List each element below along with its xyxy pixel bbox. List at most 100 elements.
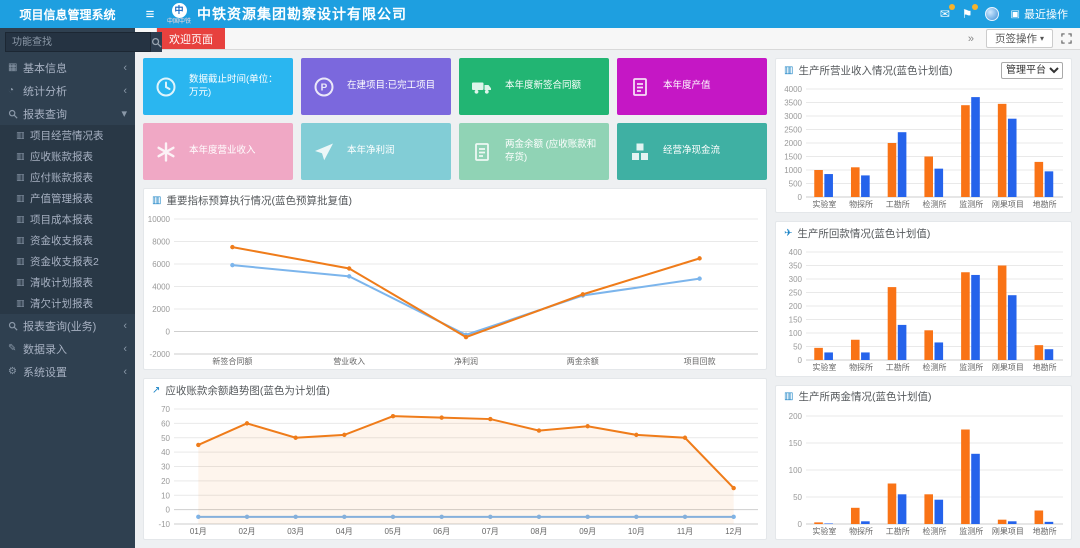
fullscreen-icon[interactable] — [1061, 33, 1072, 44]
kpi-tile[interactable]: 本年度营业收入 — [143, 123, 293, 180]
svg-text:30: 30 — [161, 463, 170, 472]
svg-text:100: 100 — [789, 466, 803, 475]
svg-text:4000: 4000 — [784, 85, 802, 94]
bar-chart-icon: ▥ — [16, 256, 30, 267]
svg-text:3500: 3500 — [784, 99, 802, 108]
flag-badge — [972, 4, 978, 10]
chevron-left-icon: ‹ — [123, 320, 127, 332]
recent-operations-button[interactable]: ▣ 最近操作 — [1011, 6, 1068, 22]
topbar-actions: ✉ ⚑ ▣ 最近操作 — [940, 6, 1080, 22]
sidebar-subitem[interactable]: ▥应收账款报表 — [0, 146, 135, 167]
platform-select[interactable]: 管理平台 — [1001, 62, 1063, 79]
topbar: ≡ 中 中国中铁 中铁资源集团勘察设计有限公司 ✉ ⚑ ▣ 最近操作 — [135, 0, 1080, 28]
sidebar-item[interactable]: ✎数据录入‹ — [0, 337, 135, 360]
sidebar-item[interactable]: 报表查询▾ — [0, 102, 135, 125]
svg-text:P: P — [321, 82, 328, 93]
tabs-scroll-right-icon[interactable]: » — [964, 33, 978, 45]
svg-text:3000: 3000 — [784, 112, 802, 121]
tabbar-right: » 页签操作 ▾ — [964, 29, 1080, 48]
payment-panel-title: 生产所回款情况(蓝色计划值) — [797, 226, 930, 241]
kpi-tile[interactable]: P在建项目:已完工项目 — [301, 58, 451, 115]
bar-chart-icon: ▥ — [16, 214, 30, 225]
kpi-tile-label: 本年度营业收入 — [189, 145, 256, 157]
svg-text:检测所: 检测所 — [923, 526, 947, 536]
svg-text:地勘所: 地勘所 — [1033, 362, 1057, 372]
kpi-tile[interactable]: 数据截止时间(单位：万元) — [143, 58, 293, 115]
sidebar-subitem[interactable]: ▥资金收支报表2 — [0, 251, 135, 272]
sidebar-subitem[interactable]: ▥资金收支报表 — [0, 230, 135, 251]
kpi-tiles: 数据截止时间(单位：万元) P在建项目:已完工项目本年度新签合同额本年度产值本年度… — [143, 58, 767, 180]
sidebar-subitem[interactable]: ▥产值管理报表 — [0, 188, 135, 209]
sidebar-subitem[interactable]: ▥项目经营情况表 — [0, 125, 135, 146]
svg-text:0: 0 — [166, 328, 171, 337]
budget-chart-panel: ▥ 重要指标预算执行情况(蓝色预算批复值) -20000200040006000… — [143, 188, 767, 370]
svg-text:40: 40 — [161, 448, 170, 457]
svg-text:150: 150 — [789, 439, 803, 448]
crec-emblem-icon: 中 — [172, 3, 187, 18]
sidebar-item[interactable]: ◔统计分析‹ — [0, 79, 135, 102]
kpi-tile[interactable]: 本年净利润 — [301, 123, 451, 180]
sidebar-subitem-label: 资金收支报表2 — [30, 254, 99, 269]
sidebar-item[interactable]: ▦基本信息‹ — [0, 56, 135, 79]
sidebar-subitem[interactable]: ▥清收计划报表 — [0, 272, 135, 293]
svg-text:物探所: 物探所 — [849, 526, 873, 536]
svg-text:10: 10 — [161, 491, 170, 500]
svg-text:09月: 09月 — [579, 527, 596, 536]
svg-text:净利润: 净利润 — [454, 356, 478, 366]
chevron-left-icon: ‹ — [123, 85, 127, 97]
svg-text:250: 250 — [789, 289, 803, 298]
sidebar-item-label: 数据录入 — [23, 341, 123, 357]
search-input[interactable] — [5, 32, 151, 52]
panel-head: ▥ 重要指标预算执行情况(蓝色预算批复值) — [144, 189, 766, 211]
search-icon[interactable] — [151, 32, 162, 52]
flag-icon[interactable]: ⚑ — [962, 7, 973, 21]
kpi-tile-label: 本年净利润 — [347, 145, 395, 157]
avatar-globe-icon[interactable] — [985, 7, 999, 21]
budget-line-chart: -20000200040006000800010000新签合同额营业收入净利润两… — [144, 211, 766, 369]
kpi-tile[interactable]: 经营净现金流 — [617, 123, 767, 180]
kpi-tile-label: 两金余额 (应收账款和存货) — [505, 139, 601, 164]
sidebar-item-label: 统计分析 — [23, 83, 123, 99]
bar-chart-icon: ▥ — [16, 298, 30, 309]
tab-operations-button[interactable]: 页签操作 ▾ — [986, 29, 1053, 48]
svg-text:监测所: 监测所 — [959, 526, 983, 536]
trend-icon: ↗ — [152, 385, 160, 396]
bar-chart-icon: ▥ — [16, 235, 30, 246]
panel-head: ↗ 应收账款余额趋势图(蓝色为计划值) — [144, 379, 766, 401]
svg-text:监测所: 监测所 — [959, 199, 983, 209]
search-icon — [8, 321, 23, 331]
svg-text:实验室: 实验室 — [812, 526, 836, 536]
sidebar-subitem-label: 清欠计划报表 — [30, 296, 93, 311]
menu-toggle-icon[interactable]: ≡ — [135, 6, 165, 23]
sidebar-menu: ▦基本信息‹◔统计分析‹报表查询▾▥项目经营情况表▥应收账款报表▥应付账款报表▥… — [0, 56, 135, 383]
sidebar-item[interactable]: 报表查询(业务)‹ — [0, 314, 135, 337]
kpi-tile[interactable]: 本年度新签合同额 — [459, 58, 609, 115]
kpi-tile-label: 数据截止时间(单位：万元) — [189, 74, 285, 99]
kpi-tile[interactable]: 两金余额 (应收账款和存货) — [459, 123, 609, 180]
receivable-line-chart: -1001020304050607001月02月03月04月05月06月07月0… — [144, 401, 766, 539]
sidebar-subitem[interactable]: ▥项目成本报表 — [0, 209, 135, 230]
twojin-panel-title: 生产所两金情况(蓝色计划值) — [798, 389, 931, 404]
sidebar-subitem[interactable]: ▥应付账款报表 — [0, 167, 135, 188]
main-column: 数据截止时间(单位：万元) P在建项目:已完工项目本年度新签合同额本年度产值本年度… — [143, 58, 767, 540]
kpi-tile[interactable]: 本年度产值 — [617, 58, 767, 115]
svg-text:1500: 1500 — [784, 153, 802, 162]
panel-head: ▥ 生产所营业收入情况(蓝色计划值) 管理平台 — [776, 59, 1071, 81]
bar-chart-icon: ▥ — [784, 391, 793, 402]
svg-text:检测所: 检测所 — [923, 199, 947, 209]
bar-chart-icon: ▥ — [16, 172, 30, 183]
svg-text:10000: 10000 — [148, 215, 171, 224]
tab-welcome[interactable]: 欢迎页面 — [157, 28, 225, 49]
svg-text:04月: 04月 — [336, 527, 353, 536]
sidebar-subitem[interactable]: ▥清欠计划报表 — [0, 293, 135, 314]
svg-text:03月: 03月 — [287, 527, 304, 536]
mail-icon[interactable]: ✉ — [940, 7, 950, 21]
crec-logo-text: 中国中铁 — [167, 19, 191, 25]
svg-text:6000: 6000 — [152, 260, 170, 269]
svg-text:11月: 11月 — [677, 527, 693, 536]
svg-text:两金余额: 两金余额 — [567, 356, 599, 366]
edit-icon: ✎ — [8, 343, 23, 354]
receivable-panel-title: 应收账款余额趋势图(蓝色为计划值) — [165, 383, 330, 398]
sidebar-item[interactable]: ⚙系统设置‹ — [0, 360, 135, 383]
bar-chart-icon: ▥ — [152, 195, 161, 206]
